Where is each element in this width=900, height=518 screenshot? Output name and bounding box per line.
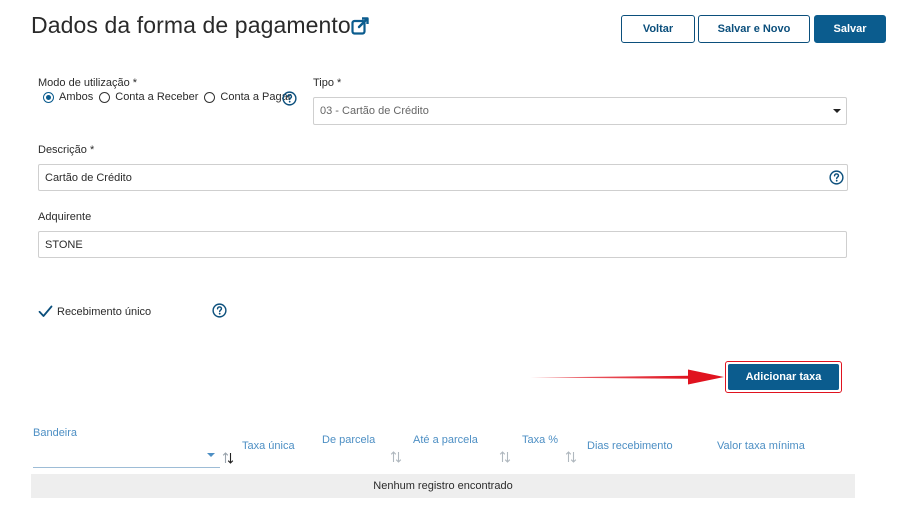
descricao-label: Descrição * [38,144,95,156]
radio-conta-receber-label: Conta a Receber [115,91,199,103]
empty-message: Nenhum registro encontrado [373,480,513,492]
tipo-select[interactable]: 03 - Cartão de Crédito [313,97,847,125]
add-fee-button-highlight: Adicionar taxa [725,361,842,393]
save-and-new-button[interactable]: Salvar e Novo [698,15,810,43]
caret-down-icon [833,109,841,113]
column-header-ate-a-parcela[interactable]: Até a parcela [413,434,478,446]
add-fee-button[interactable]: Adicionar taxa [728,364,839,390]
radio-conta-pagar-control[interactable] [204,91,216,103]
tipo-select-value: 03 - Cartão de Crédito [320,105,429,117]
adquirente-label: Adquirente [38,211,92,223]
radio-conta-receber-control[interactable] [99,91,111,103]
recebimento-unico-label: Recebimento único [57,305,152,318]
column-header-de-parcela[interactable]: De parcela [322,434,375,446]
radio-conta-pagar-label: Conta a Pagar [220,91,292,103]
page-title: Dados da forma de pagamento [31,12,351,38]
help-icon[interactable] [282,91,297,106]
descricao-input[interactable]: Cartão de Crédito [38,164,848,191]
sort-icon[interactable] [222,452,234,464]
modo-label: Modo de utilização * [38,77,138,89]
column-header-valor-taxa-minima[interactable]: Valor taxa mínima [717,440,805,452]
recebimento-unico-checkbox[interactable]: Recebimento único [38,305,151,318]
descricao-input-value: Cartão de Crédito [45,171,132,184]
radio-conta-pagar[interactable]: Conta a Pagar [204,91,291,103]
radio-ambos-label: Ambos [59,91,94,103]
column-header-taxa-percent[interactable]: Taxa % [522,434,558,446]
check-icon[interactable] [38,305,53,318]
radio-ambos[interactable]: Ambos [43,91,93,103]
modo-radio-group: Ambos Conta a Receber Conta a Pagar [43,91,297,103]
caret-down-icon [207,453,215,457]
back-button[interactable]: Voltar [621,15,695,43]
column-header-bandeira[interactable]: Bandeira [33,427,77,439]
annotation-arrow-icon [530,369,724,385]
sort-icon[interactable] [499,451,511,463]
column-header-dias-recebimento[interactable]: Dias recebimento [587,440,673,452]
radio-conta-receber[interactable]: Conta a Receber [99,91,198,103]
save-button[interactable]: Salvar [814,15,886,43]
bandeira-filter-select[interactable] [33,446,220,468]
sort-icon[interactable] [565,451,577,463]
table-empty-row: Nenhum registro encontrado [31,474,855,498]
help-icon[interactable] [212,303,227,318]
radio-ambos-control[interactable] [43,91,54,103]
column-header-taxa-unica[interactable]: Taxa única [242,440,295,452]
help-icon[interactable] [829,170,844,185]
adquirente-input-value: STONE [45,238,83,251]
external-link-icon[interactable] [351,17,369,35]
tipo-label: Tipo * [313,77,342,89]
adquirente-input[interactable]: STONE [38,231,847,258]
sort-icon[interactable] [390,451,402,463]
